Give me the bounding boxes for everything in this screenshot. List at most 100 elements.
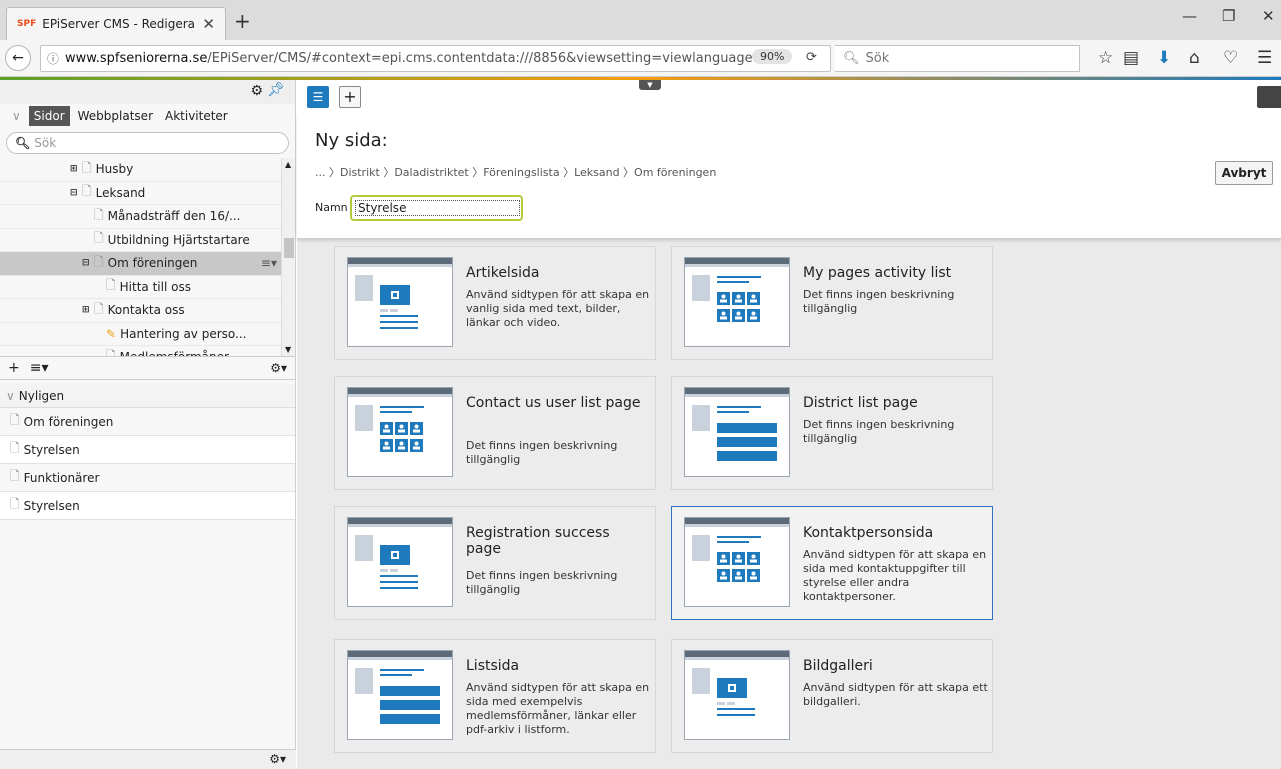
- new-tab-icon[interactable]: +: [234, 9, 251, 33]
- recent-item[interactable]: 🗋︎ Funktionärer: [0, 464, 295, 492]
- toggle-assets-pane-icon[interactable]: [1257, 86, 1281, 108]
- zoom-level[interactable]: 90%: [752, 49, 793, 64]
- page-type-name: Listsida: [466, 658, 520, 674]
- page-type-name: Contact us user list page: [466, 395, 641, 411]
- page-type-name: Artikelsida: [466, 265, 540, 281]
- reading-list-icon[interactable]: ▤: [1123, 48, 1139, 68]
- collapse-caret-icon[interactable]: ∨: [12, 109, 21, 123]
- collapse-icon[interactable]: ⊟: [70, 188, 82, 198]
- tree-item[interactable]: 🗋︎ Månadsträff den 16/...: [0, 205, 295, 229]
- pane-footer: ⚙▾: [0, 749, 296, 769]
- add-page-icon[interactable]: +: [8, 360, 20, 376]
- scroll-thumb[interactable]: [284, 238, 294, 258]
- browser-tab[interactable]: SPF EPiServer CMS - Redigera ✕: [6, 7, 226, 40]
- bookmark-star-icon[interactable]: ☆: [1098, 48, 1113, 68]
- home-icon[interactable]: ⌂: [1189, 48, 1200, 68]
- tree-item[interactable]: ⊟ 🗋︎ Om föreningen ≡▾: [0, 252, 295, 276]
- tab-aktiviteter[interactable]: Aktiviteter: [161, 106, 232, 126]
- url-path: /EPiServer/CMS/#context=epi.cms.contentd…: [207, 51, 785, 66]
- download-icon[interactable]: ⬇: [1157, 48, 1171, 68]
- page-icon: 🗋︎: [106, 278, 116, 293]
- page-type-name: Registration success page: [466, 525, 610, 557]
- collapse-icon[interactable]: ⊟: [82, 258, 94, 268]
- browser-nav-bar: ← ⓘ www.spfseniorerna.se/EPiServer/CMS/#…: [0, 40, 1281, 77]
- close-tab-icon[interactable]: ✕: [202, 15, 215, 33]
- tab-title: EPiServer CMS - Redigera: [42, 17, 196, 31]
- tree-item[interactable]: ⊞ 🗋︎ Husby: [0, 158, 295, 182]
- search-placeholder: Sök: [34, 136, 57, 150]
- recent-title: Nyligen: [18, 388, 65, 403]
- page-type-card[interactable]: Artikelsida Använd sidtypen för att skapa…: [334, 246, 656, 360]
- page-type-description: Använd sidtypen för att skapa ett bildga…: [803, 681, 988, 708]
- recent-item[interactable]: 🗋︎ Styrelsen: [0, 436, 295, 464]
- page-icon: 🗋︎: [10, 497, 20, 511]
- scroll-up-icon[interactable]: ▲: [285, 160, 291, 169]
- page-type-card[interactable]: Registration success page Det finns ingen…: [334, 506, 656, 620]
- close-window-icon[interactable]: ✕: [1262, 7, 1275, 25]
- dropdown-toggle-icon[interactable]: ▼: [639, 80, 661, 90]
- page-type-card[interactable]: District list page Det finns ingen beskri…: [671, 376, 993, 490]
- tree-item[interactable]: 🗋︎ Hitta till oss: [0, 276, 295, 299]
- page-type-card[interactable]: Listsida Använd sidtypen för att skapa en…: [334, 639, 656, 753]
- tree-toolbar: + ≡▾ ⚙▾: [0, 356, 295, 380]
- url-bar[interactable]: ⓘ www.spfseniorerna.se/EPiServer/CMS/#co…: [40, 45, 831, 72]
- info-icon[interactable]: ⓘ: [47, 50, 59, 67]
- search-icon: 🔍︎: [15, 136, 31, 150]
- breadcrumb: ... 〉Distrikt 〉Daladistriktet 〉Förenings…: [315, 166, 717, 179]
- tree-item[interactable]: ✎ Hantering av perso...: [0, 323, 295, 346]
- browser-tab-bar: SPF EPiServer CMS - Redigera ✕ + — ❐ ✕: [0, 0, 1281, 40]
- recent-item[interactable]: 🗋︎ Om föreningen: [0, 408, 295, 436]
- footer-settings-icon[interactable]: ⚙▾: [269, 752, 286, 766]
- context-menu-icon[interactable]: ≡▾: [261, 256, 277, 270]
- settings-gear-icon[interactable]: ⚙: [250, 83, 263, 99]
- recent-item-label: Styrelsen: [23, 442, 80, 457]
- tree-scrollbar[interactable]: ▲ ▼: [281, 158, 295, 356]
- pin-icon[interactable]: 📌︎: [267, 82, 285, 98]
- new-page-header: Ny sida: ... 〉Distrikt 〉Daladistriktet 〉…: [297, 114, 1281, 239]
- restore-icon[interactable]: ❐: [1222, 7, 1235, 25]
- reload-icon[interactable]: ⟳: [806, 50, 817, 65]
- page-icon: 🗋︎: [94, 231, 104, 246]
- page-type-card[interactable]: Contact us user list page Det finns ingen…: [334, 376, 656, 490]
- tree-item[interactable]: ⊟ 🗋︎ Leksand: [0, 182, 295, 205]
- page-tree-search[interactable]: 🔍︎ Sök: [6, 132, 289, 154]
- tree-item-label: Kontakta oss: [107, 303, 185, 318]
- page-icon: 🗋︎: [10, 441, 20, 455]
- tree-item-label: Hitta till oss: [119, 279, 191, 294]
- cancel-button[interactable]: Avbryt: [1215, 161, 1273, 185]
- expand-icon[interactable]: ⊞: [82, 305, 94, 315]
- page-icon: 🗋︎: [94, 207, 104, 222]
- page-icon: 🗋︎: [82, 160, 92, 175]
- tree-item-label: Månadsträff den 16/...: [107, 209, 241, 224]
- name-input[interactable]: Styrelse: [350, 195, 523, 221]
- pocket-icon[interactable]: ♡: [1223, 48, 1238, 68]
- recent-header[interactable]: ∨ Nyligen: [0, 384, 295, 408]
- minimize-icon[interactable]: —: [1182, 7, 1197, 25]
- recent-list: 🗋︎ Om föreningen 🗋︎ Styrelsen 🗋︎ Funktionärer…: [0, 408, 295, 520]
- back-arrow-icon[interactable]: ←: [5, 45, 31, 71]
- page-type-card[interactable]: Kontaktpersonsida Använd sidtypen för att…: [671, 506, 993, 620]
- tree-item-label: Husby: [95, 162, 134, 177]
- page-type-description: Använd sidtypen för att skapa en sida me…: [803, 548, 987, 603]
- browser-search-box[interactable]: 🔍︎ Sök: [835, 45, 1080, 72]
- url-host: www.spfseniorerna.se: [65, 51, 208, 66]
- tree-item[interactable]: 🗋︎ Utbildning Hjärtstartare: [0, 229, 295, 252]
- page-type-card[interactable]: My pages activity list Det finns ingen be…: [671, 246, 993, 360]
- page-type-card[interactable]: Bildgalleri Använd sidtypen för att skapa…: [671, 639, 993, 753]
- tree-settings-icon[interactable]: ⚙▾: [270, 361, 287, 375]
- tree-item[interactable]: ⊞ 🗋︎ Kontakta oss: [0, 299, 295, 323]
- page-type-name: District list page: [803, 395, 918, 411]
- tab-webbplatser[interactable]: Webbplatser: [74, 106, 157, 126]
- expand-icon[interactable]: ⊞: [70, 164, 82, 174]
- menu-icon[interactable]: ☰: [1257, 48, 1272, 68]
- page-type-description: Det finns ingen beskrivning tillgänglig: [466, 439, 618, 466]
- page-type-description: Använd sidtypen för att skapa en vanlig …: [466, 288, 650, 329]
- tree-item[interactable]: 🗋︎Medlemsförmåner: [0, 346, 295, 356]
- page-icon: 🗋︎: [94, 254, 104, 269]
- create-new-icon[interactable]: +: [339, 86, 361, 108]
- scroll-down-icon[interactable]: ▼: [285, 345, 291, 354]
- tab-sidor[interactable]: Sidor: [28, 106, 70, 126]
- recent-item[interactable]: 🗋︎ Styrelsen: [0, 492, 295, 520]
- toggle-tree-icon[interactable]: ☰: [307, 86, 329, 108]
- tree-menu-icon[interactable]: ≡▾: [30, 360, 49, 376]
